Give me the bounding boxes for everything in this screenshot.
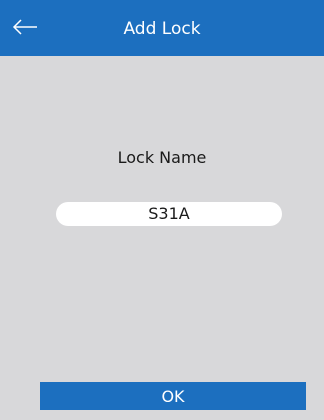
- page-title: Add Lock: [123, 19, 201, 39]
- add-lock-screen: Add Lock Lock Name S31A OK: [0, 0, 324, 420]
- main-content: Lock Name S31A OK: [0, 56, 324, 420]
- header-bar: Add Lock: [0, 0, 324, 56]
- ok-button[interactable]: OK: [40, 382, 306, 410]
- lock-name-label: Lock Name: [117, 148, 207, 167]
- lock-name-input[interactable]: S31A: [56, 202, 282, 226]
